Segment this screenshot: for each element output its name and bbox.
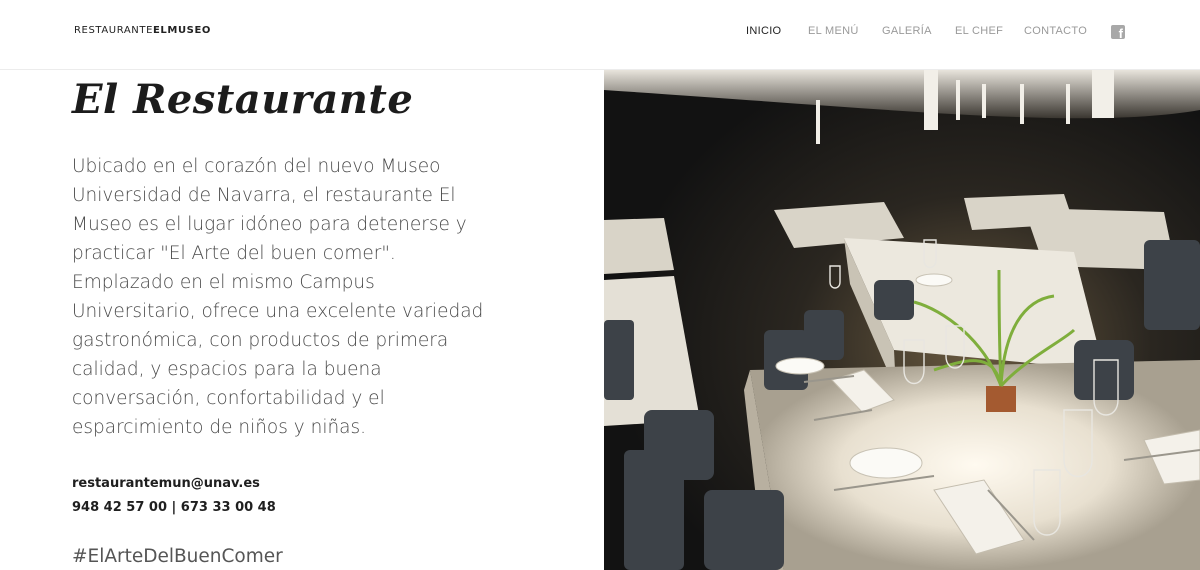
intro-section: El Restaurante Ubicado en el corazón del… [72,70,512,567]
nav-item-inicio[interactable]: INICIO [746,25,781,37]
nav-item-el-chef[interactable]: EL CHEF [955,25,1003,37]
dining-room-illustration [604,70,1200,570]
contact-info: restaurantemun@unav.es 948 42 57 00 | 67… [72,472,512,520]
restaurant-description: Ubicado en el corazón del nuevo Museo Un… [72,156,484,438]
phone-numbers: 948 42 57 00 | 673 33 00 48 [72,500,276,515]
restaurant-dining-room-photo [604,70,1200,570]
site-header: RESTAURANTEELMUSEO INICIO EL MENÚ GALERÍ… [0,0,1200,70]
hashtag: #ElArteDelBuenComer [72,546,283,567]
main-nav: INICIO EL MENÚ GALERÍA EL CHEF CONTACTO [0,25,1200,41]
nav-item-contacto[interactable]: CONTACTO [1024,25,1087,37]
page-title: El Restaurante [72,76,414,123]
nav-item-galeria[interactable]: GALERÍA [882,25,932,37]
nav-item-el-menu[interactable]: EL MENÚ [808,25,859,37]
email-link[interactable]: restaurantemun@unav.es [72,476,260,491]
facebook-icon[interactable]: f [1111,25,1125,41]
